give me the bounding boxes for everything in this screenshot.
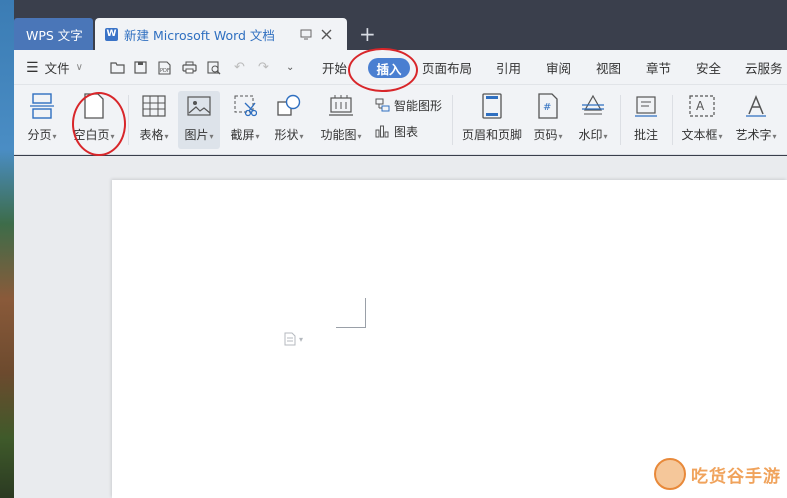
word-art-icon xyxy=(741,91,771,121)
chart-label: 图表 xyxy=(394,124,419,139)
file-menu-button[interactable]: ☰ 文件 ∨ xyxy=(26,50,83,85)
tab-page-layout[interactable]: 页面布局 xyxy=(422,50,472,85)
chart-button[interactable]: 图表 xyxy=(374,121,418,141)
svg-text:A: A xyxy=(696,99,705,113)
shapes-icon xyxy=(274,91,304,121)
table-icon xyxy=(139,91,169,121)
file-menu-label: 文件 xyxy=(44,61,70,76)
svg-text:#: # xyxy=(543,102,551,113)
redo-icon[interactable]: ↷ xyxy=(258,50,269,85)
word-doc-icon: W xyxy=(105,27,118,41)
comment-label: 批注 xyxy=(633,128,658,142)
site-watermark: 吃货谷手游 xyxy=(654,458,781,490)
chevron-down-icon: ∨ xyxy=(75,62,83,73)
watermark-icon xyxy=(578,91,608,121)
undo-icon[interactable]: ↶ xyxy=(234,50,245,85)
document-workspace: ▾ xyxy=(14,156,787,498)
tab-document[interactable]: W 新建 Microsoft Word 文档 xyxy=(95,18,347,50)
page-number-label: 页码 xyxy=(533,128,558,142)
ribbon-divider xyxy=(452,95,453,145)
open-folder-icon[interactable] xyxy=(110,50,125,85)
comment-button[interactable]: 批注 xyxy=(626,91,666,149)
header-footer-button[interactable]: 页眉和页脚 xyxy=(460,91,524,149)
tab-view[interactable]: 视图 xyxy=(596,50,621,85)
picture-label: 图片 xyxy=(184,128,209,142)
svg-text:PDF: PDF xyxy=(160,68,170,74)
bar-chart-icon xyxy=(374,123,390,139)
tab-wps-writer[interactable]: WPS 文字 xyxy=(14,18,93,50)
insert-ribbon: 分页▾ 空白页▾ 表格▾ 图片▾ 截屏▾ 形状▾ 功能图▾ 智能图形 图表 页眉… xyxy=(14,85,787,155)
restore-window-icon[interactable] xyxy=(300,18,312,50)
comment-icon xyxy=(631,91,661,121)
page-break-button[interactable]: 分页▾ xyxy=(22,91,62,149)
scissors-icon xyxy=(230,91,260,121)
text-box-label: 文本框 xyxy=(681,128,718,142)
function-chart-button[interactable]: 功能图▾ xyxy=(314,91,368,149)
page-break-label: 分页 xyxy=(27,128,52,142)
hamburger-icon: ☰ xyxy=(26,59,39,76)
document-page[interactable]: ▾ xyxy=(112,180,787,498)
ribbon-divider xyxy=(672,95,673,145)
picture-button[interactable]: 图片▾ xyxy=(178,91,220,149)
function-chart-icon xyxy=(326,91,356,121)
shape-button[interactable]: 形状▾ xyxy=(268,91,310,149)
smart-art-icon xyxy=(374,97,390,113)
tab-document-label: 新建 Microsoft Word 文档 xyxy=(124,27,275,43)
table-label: 表格 xyxy=(139,128,164,142)
screenshot-label: 截屏 xyxy=(230,128,255,142)
word-art-button[interactable]: 艺术字▾ xyxy=(730,91,782,149)
watermark-text: 吃货谷手游 xyxy=(691,466,781,487)
picture-icon xyxy=(184,91,214,121)
page-margin-corner-mark xyxy=(336,298,366,328)
print-icon[interactable] xyxy=(182,50,197,85)
print-preview-icon[interactable] xyxy=(207,50,221,85)
tab-security[interactable]: 安全 xyxy=(696,50,721,85)
screenshot-button[interactable]: 截屏▾ xyxy=(224,91,266,149)
tab-sections[interactable]: 章节 xyxy=(646,50,671,85)
function-chart-label: 功能图 xyxy=(320,128,357,142)
title-bar: WPS 文字 W 新建 Microsoft Word 文档 + xyxy=(14,0,787,50)
smart-art-label: 智能图形 xyxy=(394,98,443,113)
watermark-button[interactable]: 水印▾ xyxy=(572,91,614,149)
tab-review[interactable]: 审阅 xyxy=(546,50,571,85)
ribbon-divider xyxy=(620,95,621,145)
shape-label: 形状 xyxy=(274,128,299,142)
page-break-icon xyxy=(27,91,57,121)
desktop-wallpaper xyxy=(0,0,14,498)
tab-wps-label: WPS 文字 xyxy=(26,27,83,43)
tab-cloud-service[interactable]: 云服务 xyxy=(745,50,783,85)
tab-references[interactable]: 引用 xyxy=(496,50,521,85)
text-box-button[interactable]: A 文本框▾ xyxy=(676,91,728,149)
word-art-label: 艺术字 xyxy=(735,128,772,142)
annotation-circle-insert-tab xyxy=(348,48,418,92)
watermark-label: 水印 xyxy=(578,128,603,142)
text-box-icon: A xyxy=(687,91,717,121)
quick-access-dropdown-icon[interactable]: ⌄ xyxy=(286,50,294,85)
annotation-circle-blank-page xyxy=(72,92,126,156)
new-tab-button[interactable]: + xyxy=(359,18,376,50)
save-icon[interactable] xyxy=(134,50,147,85)
header-footer-icon xyxy=(477,91,507,121)
header-footer-label: 页眉和页脚 xyxy=(461,128,522,142)
mascot-logo-icon xyxy=(654,458,686,490)
table-button[interactable]: 表格▾ xyxy=(134,91,174,149)
smart-art-button[interactable]: 智能图形 xyxy=(374,95,442,115)
tab-home[interactable]: 开始 xyxy=(322,50,347,85)
page-number-button[interactable]: # 页码▾ xyxy=(528,91,568,149)
page-number-icon: # xyxy=(533,91,563,121)
close-tab-icon[interactable] xyxy=(321,18,332,50)
paragraph-options-icon[interactable]: ▾ xyxy=(284,332,303,346)
export-pdf-icon[interactable]: PDF xyxy=(158,50,171,85)
ribbon-divider xyxy=(128,95,129,145)
